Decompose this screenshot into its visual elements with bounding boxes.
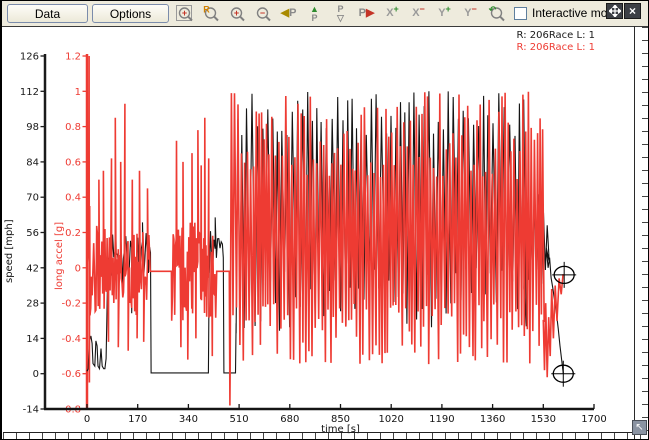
svg-text:340: 340 bbox=[179, 414, 198, 425]
svg-text:1700: 1700 bbox=[581, 414, 606, 425]
svg-text:28: 28 bbox=[26, 299, 39, 310]
legend-line-speed: R: 206Race L: 1 bbox=[422, 30, 595, 42]
svg-text:0.8: 0.8 bbox=[65, 122, 81, 133]
svg-text:1: 1 bbox=[75, 87, 81, 98]
chart-canvas[interactable]: 126 112 98 84 70 56 42 28 14 0 -14 1.2 1 0.8 0.6 0.4 0.2… bbox=[2, 1, 649, 440]
svg-text:170: 170 bbox=[128, 414, 147, 425]
svg-text:14: 14 bbox=[26, 334, 39, 345]
svg-text:510: 510 bbox=[230, 414, 249, 425]
series-long_accel bbox=[87, 56, 564, 406]
accel-axis-title: long accel [g] bbox=[54, 181, 65, 331]
svg-text:-0.6: -0.6 bbox=[61, 369, 81, 380]
svg-text:1360: 1360 bbox=[480, 414, 505, 425]
svg-text:0.6: 0.6 bbox=[65, 157, 81, 168]
legend-line-accel: R: 206Race L: 1 bbox=[422, 42, 595, 54]
right-ruler bbox=[642, 27, 648, 431]
cursor-marker-speed bbox=[551, 361, 575, 387]
svg-text:98: 98 bbox=[26, 122, 39, 133]
svg-text:56: 56 bbox=[26, 228, 39, 239]
svg-text:1020: 1020 bbox=[378, 414, 403, 425]
svg-text:1.2: 1.2 bbox=[65, 52, 81, 63]
svg-text:126: 126 bbox=[20, 52, 39, 63]
svg-text:1530: 1530 bbox=[531, 414, 556, 425]
chart-legend: R: 206Race L: 1 R: 206Race L: 1 bbox=[422, 30, 595, 53]
svg-text:0.2: 0.2 bbox=[65, 228, 81, 239]
svg-text:0: 0 bbox=[33, 369, 39, 380]
svg-text:680: 680 bbox=[280, 414, 299, 425]
speed-axis-title: speed [mph] bbox=[4, 176, 15, 326]
resize-grip[interactable]: ↖ bbox=[632, 420, 647, 435]
chart-right-border bbox=[634, 26, 635, 439]
svg-text:70: 70 bbox=[26, 193, 39, 204]
svg-text:-0.4: -0.4 bbox=[61, 334, 81, 345]
svg-text:112: 112 bbox=[20, 87, 39, 98]
svg-text:84: 84 bbox=[26, 157, 39, 168]
svg-text:0: 0 bbox=[84, 414, 90, 425]
bottom-ruler bbox=[3, 432, 647, 440]
svg-text:-14: -14 bbox=[23, 405, 39, 416]
analysis-window: Data Options +R+−◀P▲PP▽P▶X+X−Y+Y−↶ Inter… bbox=[0, 0, 649, 440]
cursor-marker-accel bbox=[552, 262, 576, 288]
svg-text:1190: 1190 bbox=[429, 414, 454, 425]
svg-text:42: 42 bbox=[26, 263, 39, 274]
svg-text:0.4: 0.4 bbox=[65, 193, 81, 204]
svg-text:0: 0 bbox=[75, 263, 81, 274]
